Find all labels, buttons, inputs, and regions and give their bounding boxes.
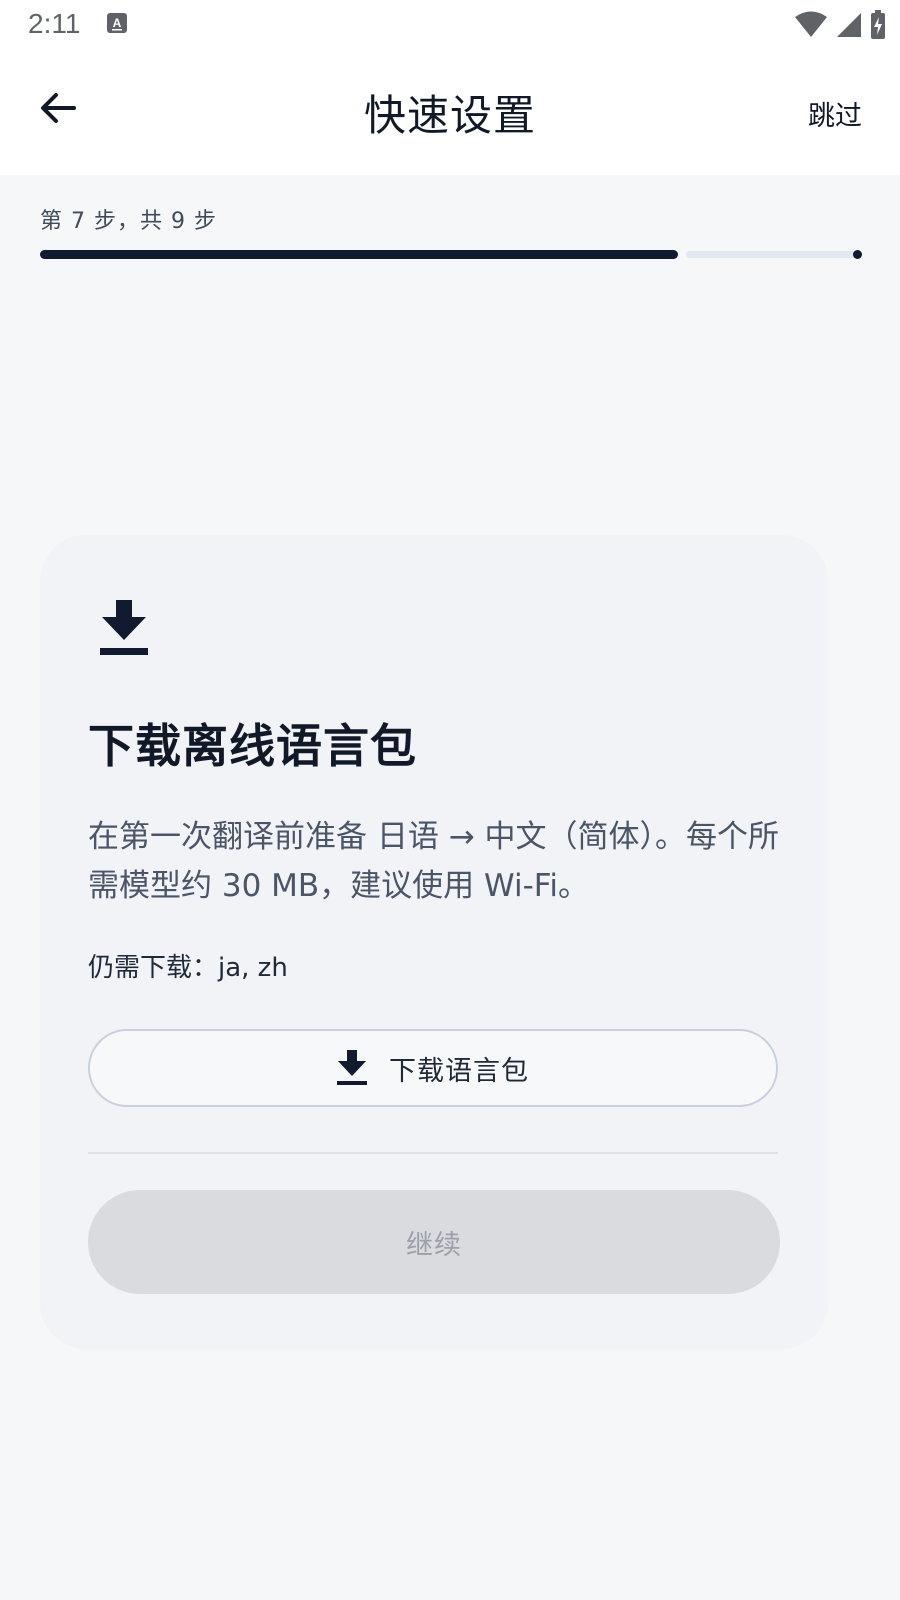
quick-setup-screen: 2:11 A 快速设置 跳过 第 7 步，共 9 步 下载离线语言包 在第一次翻… [0,0,900,1600]
continue-button[interactable]: 继续 [88,1190,780,1294]
progress-end-dot [853,250,862,259]
language-pack-card: 下载离线语言包 在第一次翻译前准备 日语 → 中文（简体）。每个所需模型约 30… [40,535,828,1349]
svg-text:A: A [113,16,122,30]
signal-icon [837,13,861,37]
progress-bar [40,250,862,259]
progress-remaining [686,251,860,258]
wifi-icon [795,11,827,37]
divider [88,1152,778,1154]
download-icon [100,600,148,655]
status-time: 2:11 [28,8,81,39]
status-bar: 2:11 A [0,0,900,50]
remaining-downloads-text: 仍需下载：ja, zh [88,953,288,983]
app-bar: 快速设置 跳过 [0,50,900,175]
step-indicator-text: 第 7 步，共 9 步 [40,209,217,234]
card-title: 下载离线语言包 [88,719,417,773]
continue-button-label: 继续 [406,1229,462,1261]
download-icon [337,1050,367,1085]
status-icons [794,10,886,40]
download-button-label: 下载语言包 [389,1055,529,1087]
skip-button[interactable]: 跳过 [808,94,862,133]
progress-fill [40,250,678,259]
battery-charging-icon [871,10,885,39]
page-title: 快速设置 [363,91,536,140]
download-language-pack-button[interactable]: 下载语言包 [88,1029,778,1107]
card-description: 在第一次翻译前准备 日语 → 中文（简体）。每个所需模型约 30 MB，建议使用… [88,819,780,904]
keyboard-a-icon: A [107,13,127,33]
